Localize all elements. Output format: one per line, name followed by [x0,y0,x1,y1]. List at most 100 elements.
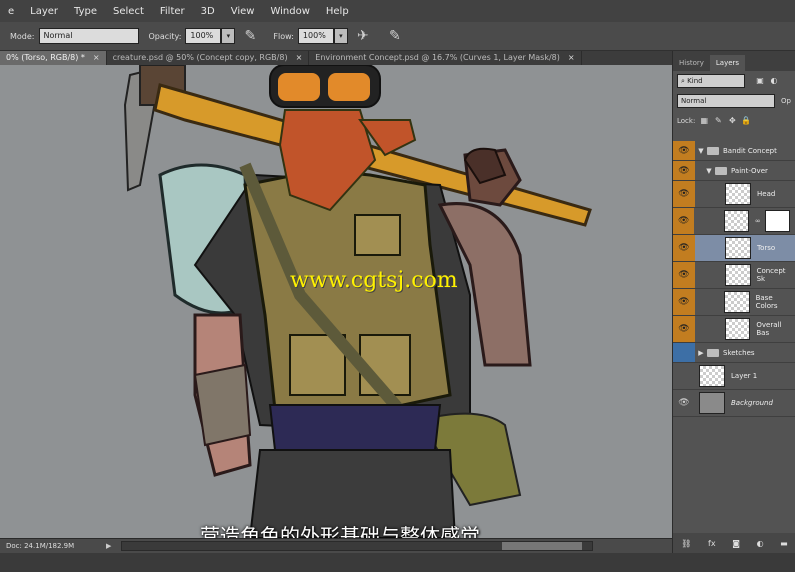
pressure-opacity-icon[interactable]: ✎ [241,27,259,45]
scroll-thumb[interactable] [502,542,583,550]
layer-mask-thumbnail[interactable] [764,210,790,232]
status-bar: Doc: 24.1M/182.9M ▶ [0,538,672,553]
document-canvas[interactable]: www.cgtsj.com 营造角色的外形基础与整体感觉 [0,65,672,538]
visibility-eye-icon[interactable]: 👁 [673,208,695,234]
visibility-eye-icon[interactable]: 👁 [673,161,695,180]
character-painting [123,65,592,538]
visibility-eye-icon[interactable]: 👁 [673,181,695,207]
layer-name: Sketches [723,348,755,357]
tab-history[interactable]: History [673,55,710,71]
folder-icon[interactable]: ▬ [780,539,788,548]
visibility-eye-icon[interactable]: 👁 [673,235,695,261]
close-icon[interactable]: × [93,53,100,62]
menu-edit[interactable]: e [0,6,22,17]
tab-environment-concept[interactable]: Environment Concept.psd @ 16.7% (Curves … [309,51,582,65]
layer-group-paint-over[interactable]: 👁 ▼ Paint-Over [673,161,795,181]
layer-base-colors[interactable]: 👁 Base Colors [673,289,795,316]
menu-help[interactable]: Help [318,6,357,17]
image-filter-icon[interactable]: ▣ [755,76,765,86]
mode-select[interactable]: Normal [38,28,139,44]
flow-input[interactable]: 100% [297,28,334,44]
visibility-eye-icon[interactable]: 👁 [673,316,695,342]
layer-name: Head [757,190,776,198]
flow-dropdown[interactable]: ▾ [333,28,348,44]
layer-head[interactable]: 👁 Head [673,181,795,208]
opacity-input[interactable]: 100% [185,28,222,44]
layer-name: Layer 1 [731,372,758,380]
kind-filter-select[interactable]: ⌕ Kind [677,74,745,88]
fx-icon[interactable]: fx [708,539,716,548]
menu-window[interactable]: Window [262,6,317,17]
visibility-eye-icon[interactable]: 👁 [673,390,695,416]
horizontal-scrollbar[interactable] [121,541,594,551]
filter-row: ⌕ Kind ▣ ◐ [673,71,795,91]
tab-bandit-concept[interactable]: 0% (Torso, RGB/8) * × [0,51,107,65]
layer-thumbnail [725,183,751,205]
expand-arrow-icon[interactable]: ▼ [695,147,707,155]
expand-arrow-icon[interactable]: ▶ [695,349,707,357]
close-icon[interactable]: × [568,53,575,62]
folder-icon [715,166,727,175]
visibility-toggle[interactable] [673,343,695,362]
layer-thumbnail [699,365,725,387]
layer-masked[interactable]: 👁 ∞ [673,208,795,235]
menu-bar: e Layer Type Select Filter 3D View Windo… [0,0,795,22]
pressure-size-icon[interactable]: ✎ [386,27,404,45]
tab-creature[interactable]: creature.psd @ 50% (Concept copy, RGB/8)… [107,51,310,65]
layer-1[interactable]: Layer 1 [673,363,795,390]
layer-thumbnail [724,264,751,286]
layers-footer: ⛓ fx ◙ ◐ ▬ [673,533,795,553]
layer-name: Background [731,399,773,407]
opacity-label: Op [781,97,791,105]
visibility-eye-icon[interactable]: 👁 [673,289,695,315]
layer-name: Torso [757,244,776,252]
panel-tabs: History Layers [673,51,795,71]
link-icon[interactable]: ⛓ [681,539,691,548]
tab-layers[interactable]: Layers [709,55,746,71]
video-subtitle: 营造角色的外形基础与整体感觉 [200,524,480,538]
visibility-toggle[interactable] [673,363,695,389]
layer-overall-base[interactable]: 👁 Overall Bas [673,316,795,343]
lock-transparent-icon[interactable]: ▦ [699,116,709,126]
layer-thumbnail [723,210,749,232]
layer-concept-sketch[interactable]: 👁 Concept Sk [673,262,795,289]
lock-all-icon[interactable]: 🔒 [741,116,751,126]
blend-mode-select[interactable]: Normal [677,94,775,108]
menu-filter[interactable]: Filter [152,6,193,17]
layer-torso[interactable]: 👁 Torso [673,235,795,262]
menu-select[interactable]: Select [105,6,152,17]
kind-label: Kind [687,77,703,85]
menu-type[interactable]: Type [66,6,105,17]
layer-group-sketches[interactable]: ▶ Sketches [673,343,795,363]
menu-view[interactable]: View [223,6,263,17]
mask-link-icon[interactable]: ∞ [755,217,763,225]
expand-arrow-icon[interactable]: ▼ [703,167,715,175]
watermark-text: www.cgtsj.com [290,268,458,293]
layers-panel: History Layers ⌕ Kind ▣ ◐ Normal Op Lock… [672,51,795,553]
layer-name: Base Colors [755,294,778,310]
mask-icon[interactable]: ◙ [732,539,740,548]
layer-group-bandit-concept[interactable]: 👁 ▼ Bandit Concept [673,141,795,161]
visibility-eye-icon[interactable]: 👁 [673,262,695,288]
lock-row: Lock: ▦ ✎ ✥ 🔒 [673,111,795,131]
folder-icon [707,348,719,357]
doc-size: Doc: 24.1M/182.9M [6,542,75,550]
opacity-dropdown[interactable]: ▾ [221,28,236,44]
layer-name: Paint-Over [731,166,768,175]
layer-thumbnail [724,318,751,340]
adjustment-icon[interactable]: ◐ [757,539,764,548]
layer-background[interactable]: 👁 Background [673,390,795,417]
airbrush-icon[interactable]: ✈ [354,27,372,45]
adjustment-filter-icon[interactable]: ◐ [769,76,779,86]
status-menu-arrow[interactable]: ▶ [106,542,111,550]
visibility-eye-icon[interactable]: 👁 [673,141,695,160]
close-icon[interactable]: × [296,53,303,62]
lock-position-icon[interactable]: ✥ [727,116,737,126]
mode-label: Mode: [10,31,35,41]
layer-name: Overall Bas [756,321,782,337]
tab-label: creature.psd @ 50% (Concept copy, RGB/8) [112,53,288,62]
menu-3d[interactable]: 3D [193,6,223,17]
flow-label: Flow: [273,31,294,41]
lock-image-icon[interactable]: ✎ [713,116,723,126]
menu-layer[interactable]: Layer [22,6,66,17]
